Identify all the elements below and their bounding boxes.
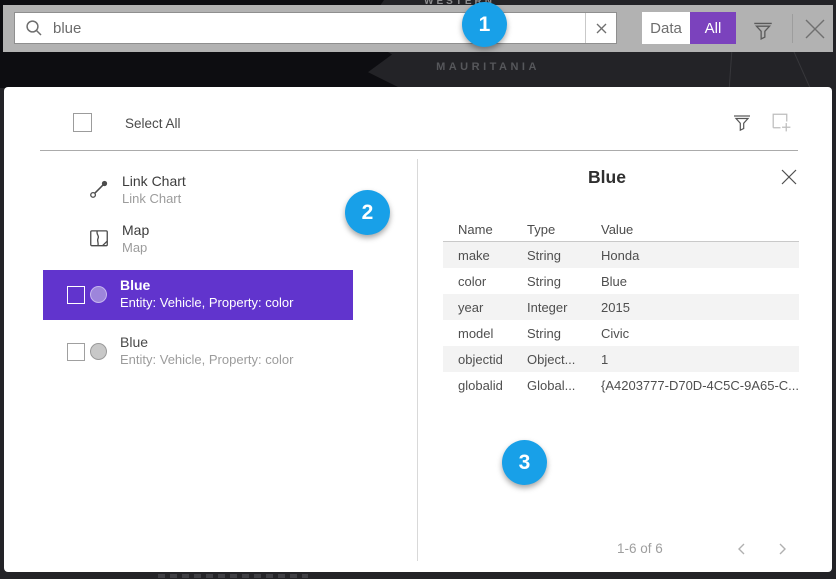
detail-title: Blue xyxy=(417,167,797,188)
callout-1: 1 xyxy=(462,2,507,47)
attribute-table: Name Type Value make String Honda color … xyxy=(443,218,799,398)
filter-icon[interactable] xyxy=(751,18,775,42)
clear-search-button[interactable] xyxy=(585,13,616,43)
map-icon xyxy=(88,227,110,249)
result-subtitle: Entity: Vehicle, Property: color xyxy=(120,351,293,368)
cell-name: objectid xyxy=(458,352,527,367)
result-subtitle: Link Chart xyxy=(122,190,186,207)
panel-vertical-divider xyxy=(417,159,418,561)
table-row: model String Civic xyxy=(443,320,799,346)
cell-value: {A4203777-D70D-4C5C-9A65-C... xyxy=(601,378,799,393)
callout-3: 3 xyxy=(502,440,547,485)
callout-2: 2 xyxy=(345,190,390,235)
cell-value: 1 xyxy=(601,352,799,367)
table-row: color String Blue xyxy=(443,268,799,294)
table-row: globalid Global... {A4203777-D70D-4C5C-9… xyxy=(443,372,799,398)
add-to-selection-icon[interactable] xyxy=(768,109,793,134)
column-value: Value xyxy=(601,222,799,237)
cell-name: year xyxy=(458,300,527,315)
cell-type: Object... xyxy=(527,352,601,367)
select-all-label: Select All xyxy=(125,116,181,131)
table-header-row: Name Type Value xyxy=(443,218,799,241)
result-blue-unselected[interactable]: Blue Entity: Vehicle, Property: color xyxy=(43,327,353,377)
cell-type: String xyxy=(527,248,601,263)
cell-value: Honda xyxy=(601,248,799,263)
result-title: Blue xyxy=(120,334,293,351)
entity-dot-icon xyxy=(90,343,107,360)
result-map[interactable]: Map Map xyxy=(43,221,353,263)
column-type: Type xyxy=(527,222,601,237)
cell-type: String xyxy=(527,326,601,341)
close-search-icon[interactable] xyxy=(801,15,829,43)
search-results-dialog: WESTERN MAURITANIA Data All xyxy=(0,0,836,579)
search-box[interactable] xyxy=(14,12,617,44)
search-toolbar: Data All xyxy=(3,5,833,52)
cell-name: globalid xyxy=(458,378,527,393)
result-blue-selected[interactable]: Blue Entity: Vehicle, Property: color xyxy=(43,270,353,320)
cell-value: Blue xyxy=(601,274,799,289)
cell-name: model xyxy=(458,326,527,341)
result-title: Map xyxy=(122,222,149,239)
map-label-mauritania: MAURITANIA xyxy=(398,61,578,73)
result-subtitle: Entity: Vehicle, Property: color xyxy=(120,294,293,311)
detail-close-icon[interactable] xyxy=(779,167,799,187)
map-label-bottom-clipped xyxy=(158,574,308,578)
search-scope-toggle: Data All xyxy=(642,12,736,44)
cell-type: Global... xyxy=(527,378,601,393)
scope-all-button[interactable]: All xyxy=(690,12,736,44)
result-title: Blue xyxy=(120,277,293,294)
cell-name: color xyxy=(458,274,527,289)
link-chart-icon xyxy=(88,178,110,200)
column-name: Name xyxy=(458,222,527,237)
map-border-line xyxy=(729,52,733,88)
entity-dot-icon xyxy=(90,286,107,303)
results-panel: Select All xyxy=(4,87,832,572)
result-subtitle: Map xyxy=(122,239,149,256)
result-checkbox[interactable] xyxy=(67,286,85,304)
next-page-icon[interactable] xyxy=(775,542,789,556)
search-icon xyxy=(15,19,53,37)
cell-type: Integer xyxy=(527,300,601,315)
result-checkbox[interactable] xyxy=(67,343,85,361)
cell-value: 2015 xyxy=(601,300,799,315)
cell-type: String xyxy=(527,274,601,289)
table-row: objectid Object... 1 xyxy=(443,346,799,372)
toolbar-divider xyxy=(792,14,793,43)
panel-header-divider xyxy=(40,150,798,151)
table-row: make String Honda xyxy=(443,242,799,268)
pagination: 1-6 of 6 xyxy=(417,539,799,559)
scope-data-button[interactable]: Data xyxy=(642,12,690,44)
table-row: year Integer 2015 xyxy=(443,294,799,320)
cell-name: make xyxy=(458,248,527,263)
pagination-label: 1-6 of 6 xyxy=(617,541,663,556)
previous-page-icon[interactable] xyxy=(735,542,749,556)
filter-results-icon[interactable] xyxy=(731,111,753,133)
result-link-chart[interactable]: Link Chart Link Chart xyxy=(43,172,353,214)
result-title: Link Chart xyxy=(122,173,186,190)
map-border-line xyxy=(794,52,812,91)
select-all-checkbox[interactable] xyxy=(73,113,92,132)
cell-value: Civic xyxy=(601,326,799,341)
